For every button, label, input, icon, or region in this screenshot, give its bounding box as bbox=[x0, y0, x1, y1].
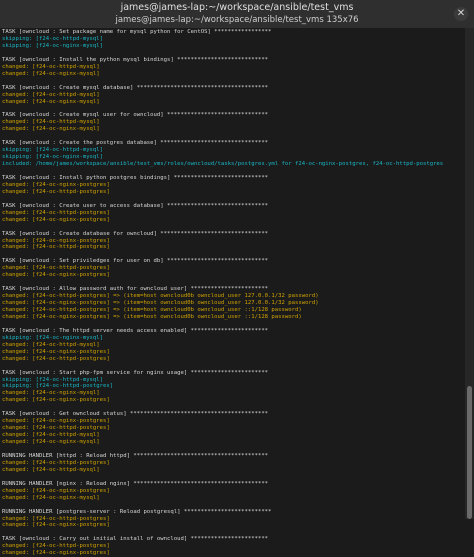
terminal-line-task: TASK [owncloud : Start php-fpm service f… bbox=[2, 369, 269, 376]
vertical-scrollbar[interactable] bbox=[465, 28, 474, 519]
terminal-line-handler: RUNNING HANDLER [postgres-server : Reloa… bbox=[2, 508, 272, 515]
terminal-line-changed: changed: [f24-oc-nginx-mysql] bbox=[2, 98, 100, 105]
terminal-line-changed: changed: [f24-oc-nginx-postgres] bbox=[2, 418, 110, 425]
terminal-line-changed: changed: [f24-oc-httpd-postgres] => (ite… bbox=[2, 307, 302, 313]
terminal-window: james@james-lap:~/workspace/ansible/test… bbox=[0, 0, 474, 556]
terminal-line-task: TASK [owncloud : Create database for own… bbox=[2, 230, 269, 237]
terminal-line-task: TASK [owncloud : Set package name for my… bbox=[2, 29, 272, 35]
terminal-line-task: TASK [owncloud : Allow password auth for… bbox=[2, 286, 269, 293]
terminal-line-changed: changed: [f24-oc-nginx-mysql] bbox=[2, 494, 100, 501]
scrollbar-thumb[interactable] bbox=[467, 386, 472, 519]
terminal-line-task: TASK [owncloud : Install python postgres… bbox=[2, 174, 269, 181]
terminal-line-changed: changed: [f24-oc-httpd-postgres] bbox=[2, 515, 110, 522]
terminal-line-changed: changed: [f24-oc-httpd-mysql] bbox=[2, 119, 100, 126]
terminal-line-task: TASK [owncloud : Create mysql database] … bbox=[2, 84, 269, 91]
terminal-line-task: TASK [owncloud : Get owncloud status] **… bbox=[2, 411, 269, 418]
terminal-line-task: TASK [owncloud : Create user to access d… bbox=[2, 202, 269, 209]
terminal-line-task: TASK [owncloud : Install the python mysq… bbox=[2, 56, 269, 63]
terminal-line-changed: changed: [f24-oc-httpd-postgres] bbox=[2, 425, 110, 432]
terminal-line-changed: changed: [f24-oc-httpd-mysql] bbox=[2, 432, 100, 439]
terminal-line-task: TASK [owncloud : The httpd server needs … bbox=[2, 327, 269, 334]
terminal-line-changed: changed: [f24-oc-nginx-postgres] bbox=[2, 272, 110, 279]
terminal-line-changed: changed: [f24-oc-nginx-mysql] bbox=[2, 126, 100, 133]
terminal-line-changed: changed: [f24-oc-nginx-postgres] bbox=[2, 348, 110, 355]
terminal-line-skip: skipping: [f24-oc-httpd-postgres] bbox=[2, 383, 114, 390]
terminal-line-skip: skipping: [f24-oc-httpd-mysql] bbox=[2, 376, 104, 383]
terminal-line-changed: changed: [f24-oc-httpd-mysql] bbox=[2, 466, 100, 473]
terminal-line-skip: skipping: [f24-oc-httpd-mysql] bbox=[2, 35, 104, 42]
terminal-line-skip: skipping: [f24-oc-nginx-mysql] bbox=[2, 42, 104, 49]
terminal-line-changed: changed: [f24-oc-nginx-postgres] bbox=[2, 522, 110, 529]
terminal-line-changed: changed: [f24-oc-httpd-postgres] bbox=[2, 265, 110, 272]
terminal-line-handler: RUNNING HANDLER [httpd : Reload httpd] *… bbox=[2, 452, 269, 459]
terminal-line-changed: changed: [f24-oc-nginx-mysql] bbox=[2, 390, 100, 397]
terminal-output[interactable]: TASK [owncloud : Set package name for my… bbox=[0, 0, 465, 556]
terminal-line-changed: changed: [f24-oc-nginx-postgres] => (ite… bbox=[2, 313, 302, 320]
terminal-line-changed: changed: [f24-oc-nginx-postgres] bbox=[2, 397, 110, 404]
terminal-line-changed: changed: [f24-oc-nginx-postgres] bbox=[2, 216, 110, 223]
terminal-line-changed: changed: [f24-oc-httpd-postgres] => (ite… bbox=[2, 293, 319, 300]
terminal-line-task: TASK [owncloud : Create the postgres dat… bbox=[2, 140, 269, 147]
terminal-line-changed: changed: [f24-oc-nginx-postgres] bbox=[2, 237, 110, 244]
terminal-line-task: TASK [owncloud : Carry out initial insta… bbox=[2, 536, 269, 543]
terminal-line-task: TASK [owncloud : Create mysql user for o… bbox=[2, 112, 269, 119]
terminal-line-skip: skipping: [f24-oc-httpd-mysql] bbox=[2, 147, 104, 154]
terminal-line-changed: changed: [f24-oc-nginx-mysql] bbox=[2, 70, 100, 77]
terminal-line-task: TASK [owncloud : Set priviledges for use… bbox=[2, 258, 269, 265]
terminal-line-changed: changed: [f24-oc-httpd-mysql] bbox=[2, 341, 100, 348]
terminal-line-changed: changed: [f24-oc-httpd-mysql] bbox=[2, 91, 100, 98]
terminal-line-changed: changed: [f24-oc-nginx-mysql] bbox=[2, 439, 100, 446]
terminal-line-skip: skipping: [f24-oc-nginx-mysql] bbox=[2, 154, 104, 161]
terminal-line-changed: changed: [f24-oc-httpd-mysql] bbox=[2, 63, 100, 70]
terminal-line-changed: changed: [f24-oc-nginx-postgres] bbox=[2, 181, 110, 188]
terminal-line-changed: changed: [f24-oc-httpd-postgres] bbox=[2, 459, 110, 466]
terminal-line-changed: changed: [f24-oc-httpd-postgres] bbox=[2, 543, 110, 550]
terminal-line-changed: changed: [f24-oc-httpd-postgres] bbox=[2, 244, 110, 251]
terminal-line-changed: changed: [f24-oc-httpd-postgres] bbox=[2, 209, 110, 216]
terminal-line-changed: changed: [f24-oc-nginx-postgres] bbox=[2, 550, 110, 557]
terminal-line-changed: changed: [f24-oc-httpd-postgres] bbox=[2, 355, 110, 362]
terminal-line-handler: RUNNING HANDLER [nginx : Reload nginx] *… bbox=[2, 480, 269, 487]
terminal-line-skip: skipping: [f24-oc-nginx-mysql] bbox=[2, 334, 104, 341]
terminal-line-include: included: /home/james/workspace/ansible/… bbox=[2, 161, 444, 168]
terminal-line-changed: changed: [f24-oc-httpd-postgres] bbox=[2, 188, 110, 195]
terminal-line-changed: changed: [f24-oc-nginx-postgres] bbox=[2, 487, 110, 494]
terminal-line-changed: changed: [f24-oc-nginx-postgres] => (ite… bbox=[2, 300, 319, 307]
